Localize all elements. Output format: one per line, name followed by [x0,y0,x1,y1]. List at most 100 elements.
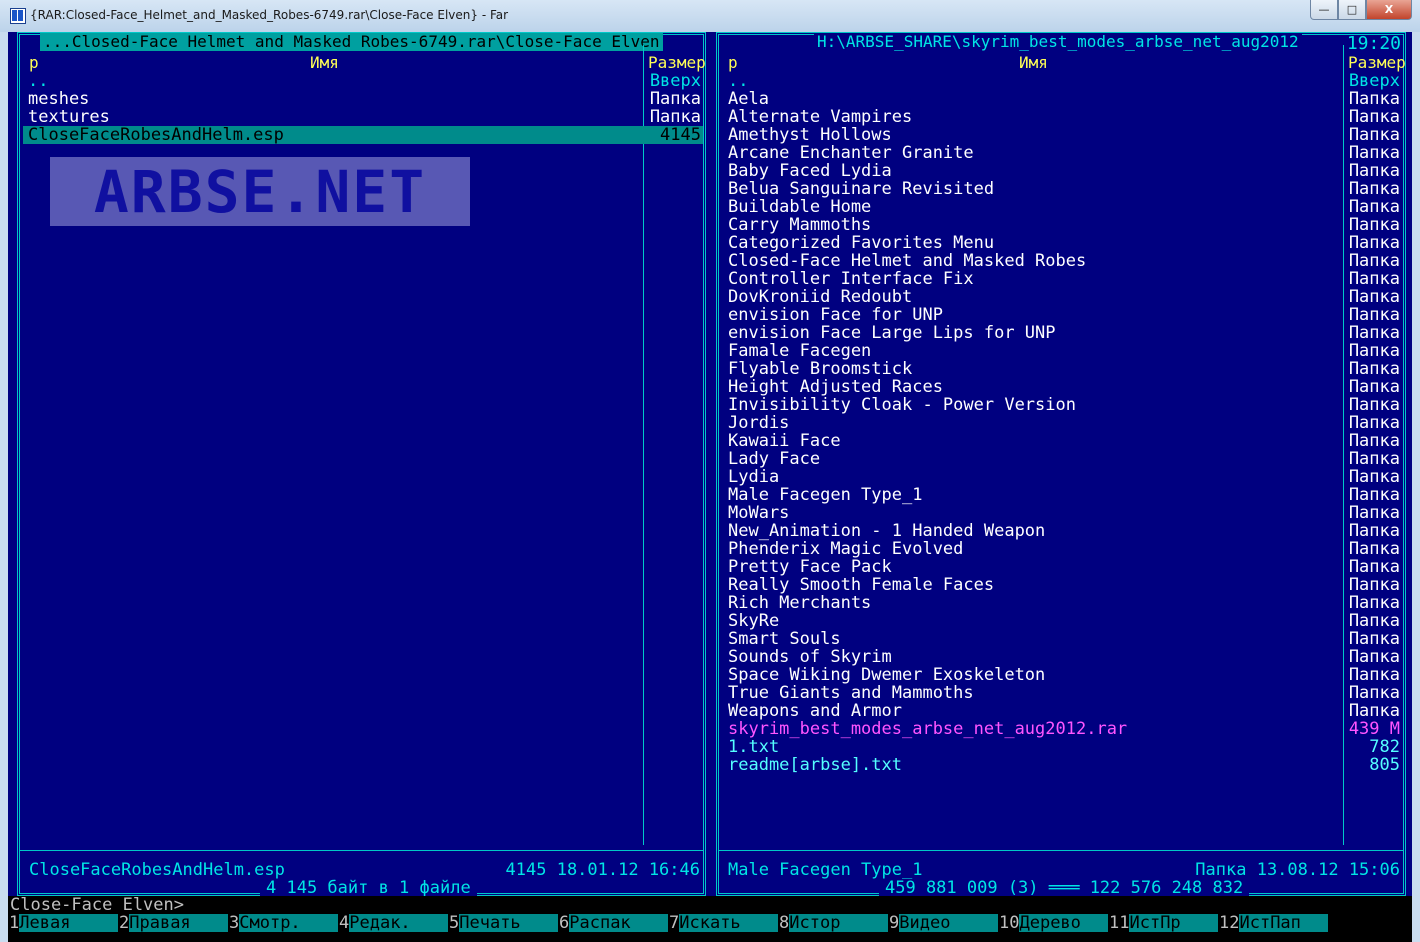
fkey-2-button[interactable]: 2 Правая [118,914,228,932]
right-file-row[interactable]: Belua Sanguinare Revisited Папка [722,180,1403,198]
fkey-11-button[interactable]: 11 ИстПр [1108,914,1218,932]
fkey-number: 7 [668,913,680,933]
right-file-row[interactable]: Arcane Enchanter Granite Папка [722,144,1403,162]
left-panel[interactable]: ...Closed-Face Helmet and Masked Robes-6… [17,32,706,897]
left-name-header[interactable]: Имя [310,54,339,72]
left-file-row[interactable]: meshes Папка [23,90,703,108]
right-file-row[interactable]: Kawaii Face Папка [722,432,1403,450]
file-name: MoWars [728,503,790,523]
right-file-row[interactable]: Controller Interface Fix Папка [722,270,1403,288]
left-size-header[interactable]: Размер [648,54,706,72]
right-file-row[interactable]: Amethyst Hollows Папка [722,126,1403,144]
file-name: Categorized Favorites Menu [728,233,995,253]
right-file-row[interactable]: Male Facegen Type_1 Папка [722,486,1403,504]
fkey-1-button[interactable]: 1 Левая [8,914,118,932]
right-file-row[interactable]: Smart Souls Папка [722,630,1403,648]
file-size: Папка [1348,143,1400,163]
right-file-row[interactable]: Categorized Favorites Menu Папка [722,234,1403,252]
window-title: {RAR:Closed-Face_Helmet_and_Masked_Robes… [30,8,509,22]
right-file-row[interactable]: Rich Merchants Папка [722,594,1403,612]
file-size: Папка [1348,377,1400,397]
right-panel[interactable]: H:\ARBSE_SHARE\skyrim_best_modes_arbse_n… [716,32,1406,897]
file-name: envision Face for UNP [728,305,943,325]
file-name: Weapons and Armor [728,701,902,721]
right-file-row[interactable]: Jordis Папка [722,414,1403,432]
right-file-row[interactable]: Flyable Broomstick Папка [722,360,1403,378]
right-file-row[interactable]: Really Smooth Female Faces Папка [722,576,1403,594]
console-bottom-strip [8,932,1412,942]
right-file-row[interactable]: envision Face Large Lips for UNP Папка [722,324,1403,342]
fkey-7-button[interactable]: 7 Искать [668,914,778,932]
right-file-row[interactable]: True Giants and Mammoths Папка [722,684,1403,702]
fkey-number: 1 [8,913,20,933]
right-file-row[interactable]: MoWars Папка [722,504,1403,522]
file-size: 439 M [1348,719,1400,739]
right-size-header[interactable]: Размер [1348,54,1406,72]
right-file-row[interactable]: Aela Папка [722,90,1403,108]
right-file-row[interactable]: readme[arbse].txt 805 [722,756,1403,774]
fkey-6-button[interactable]: 6 Распак [558,914,668,932]
fkey-3-button[interactable]: 3 Смотр. [228,914,338,932]
fkey-8-button[interactable]: 8 Истор [778,914,888,932]
right-file-row[interactable]: SkyRe Папка [722,612,1403,630]
right-file-row[interactable]: Alternate Vampires Папка [722,108,1403,126]
file-size: Папка [1348,431,1400,451]
fkey-10-button[interactable]: 10 Дерево [998,914,1108,932]
file-size: Папка [1348,89,1400,109]
file-name: Jordis [728,413,790,433]
left-panel-path[interactable]: ...Closed-Face Helmet and Masked Robes-6… [40,33,663,51]
right-file-row[interactable]: Height Adjusted Races Папка [722,378,1403,396]
right-file-row[interactable]: Pretty Face Pack Папка [722,558,1403,576]
right-sort-indicator[interactable]: р [728,54,738,72]
left-file-row[interactable]: .. Вверх [23,72,703,90]
close-button[interactable]: X [1366,0,1412,20]
right-file-row[interactable]: Lydia Папка [722,468,1403,486]
right-file-row[interactable]: .. Вверх [722,72,1403,90]
file-size: Папка [649,89,701,109]
left-file-row[interactable]: textures Папка [23,108,703,126]
fkey-9-button[interactable]: 9 Видео [888,914,998,932]
right-file-row[interactable]: New_Animation - 1 Handed Weapon Папка [722,522,1403,540]
right-file-row[interactable]: Phenderix Magic Evolved Папка [722,540,1403,558]
file-name: Lady Face [728,449,821,469]
left-sort-indicator[interactable]: р [29,54,39,72]
right-name-header[interactable]: Имя [1019,54,1048,72]
file-name: Sounds of Skyrim [728,647,892,667]
right-file-row[interactable]: Weapons and Armor Папка [722,702,1403,720]
fkey-label: Искать [679,914,778,932]
right-file-row[interactable]: skyrim_best_modes_arbse_net_aug2012.rar 4… [722,720,1403,738]
minimize-button[interactable]: — [1310,0,1338,20]
file-size: Папка [1348,305,1400,325]
file-name: Male Facegen Type_1 [728,485,923,505]
file-size: Папка [1348,233,1400,253]
right-file-row[interactable]: Carry Mammoths Папка [722,216,1403,234]
right-file-row[interactable]: Closed-Face Helmet and Masked Robes Папка [722,252,1403,270]
right-file-row[interactable]: Lady Face Папка [722,450,1403,468]
right-panel-path[interactable]: H:\ARBSE_SHARE\skyrim_best_modes_arbse_n… [814,33,1302,51]
fkey-12-button[interactable]: 12 ИстПап [1218,914,1328,932]
right-file-row[interactable]: 1.txt 782 [722,738,1403,756]
file-name: True Giants and Mammoths [728,683,974,703]
right-file-row[interactable]: Invisibility Cloak - Power Version Папка [722,396,1403,414]
file-size: Папка [1348,665,1400,685]
right-status-filename: Male Facegen Type_1 [728,860,923,880]
fkey-4-button[interactable]: 4 Редак. [338,914,448,932]
right-file-row[interactable]: DovKroniid Redoubt Папка [722,288,1403,306]
right-file-row[interactable]: envision Face for UNP Папка [722,306,1403,324]
command-line[interactable]: Close-Face Elven> [8,896,1412,914]
right-file-row[interactable]: Baby Faced Lydia Папка [722,162,1403,180]
right-file-row[interactable]: Sounds of Skyrim Папка [722,648,1403,666]
file-size: Папка [1348,161,1400,181]
right-file-row[interactable]: Buildable Home Папка [722,198,1403,216]
left-file-row[interactable]: CloseFaceRobesAndHelm.esp 4145 [23,126,703,144]
file-name: Amethyst Hollows [728,125,892,145]
file-name: Baby Faced Lydia [728,161,892,181]
maximize-button[interactable]: □ [1338,0,1366,20]
file-name: Rich Merchants [728,593,872,613]
fkey-5-button[interactable]: 5 Печать [448,914,558,932]
file-size: Папка [1348,359,1400,379]
file-size: 782 [1369,737,1400,757]
right-file-row[interactable]: Space Wiking Dwemer Exoskeleton Папка [722,666,1403,684]
far-app-icon[interactable] [10,8,26,24]
right-file-row[interactable]: Famale Facegen Папка [722,342,1403,360]
